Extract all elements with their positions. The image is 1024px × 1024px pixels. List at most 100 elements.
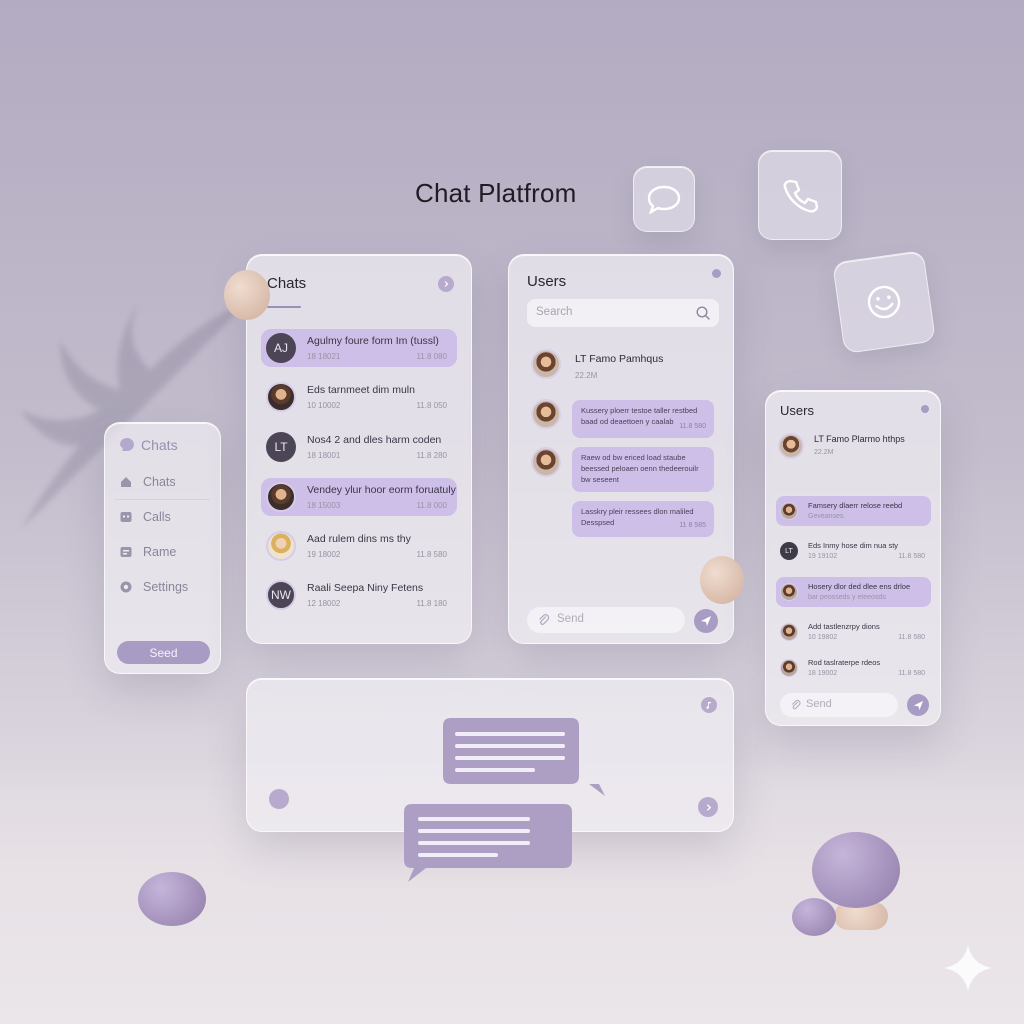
home-icon bbox=[119, 475, 133, 489]
chat-row-name: Eds tarnmeet dim muln bbox=[307, 384, 415, 396]
message-bubble: Lasskry pleir ressees dlon maliled Dessp… bbox=[572, 501, 714, 537]
chat-row-sub: 18 15003 bbox=[307, 501, 341, 510]
sidebar-header: Chats bbox=[119, 437, 178, 453]
paperclip-icon bbox=[791, 699, 801, 710]
sidebar-item-settings[interactable]: Settings bbox=[119, 580, 188, 594]
chats-menu-button[interactable] bbox=[438, 276, 454, 292]
avatar bbox=[266, 531, 296, 561]
chat-row[interactable]: AJ Agulmy foure form Im (tussl) 18 18021… bbox=[261, 329, 457, 367]
chat-tile[interactable] bbox=[633, 166, 695, 232]
sparkle-icon bbox=[944, 944, 992, 992]
message-text: Raew od bw ericed load staube beessed pe… bbox=[581, 453, 699, 484]
list-item[interactable]: Hosery dlor ded dlee ens drloe bar peoss… bbox=[776, 577, 931, 607]
list-item[interactable]: Famsery dlaerr relose reebd Geveanses. bbox=[776, 496, 931, 526]
chat-row-time: 11.8 050 bbox=[416, 401, 447, 410]
phone-tile[interactable] bbox=[758, 150, 842, 240]
users-panel-secondary: Users LT Famo Plarmo hthps 22.2M Famsery… bbox=[765, 390, 941, 726]
chat-row-sub: 18 18001 bbox=[307, 451, 341, 460]
chat-row-name: Aad rulem dins ms thy bbox=[307, 533, 411, 545]
avatar: NW bbox=[266, 580, 296, 610]
sidebar-item-calls[interactable]: Calls bbox=[119, 510, 171, 524]
list-item-sub: Geveanses. bbox=[808, 513, 846, 520]
avatar bbox=[778, 433, 804, 459]
chat-row[interactable]: Vendey ylur hoor eorm foruatuly 18 15003… bbox=[261, 478, 457, 516]
avatar bbox=[531, 399, 561, 429]
vase-decoration bbox=[792, 898, 836, 936]
list-item[interactable]: Rod taslraterpe rdeos 18 19002 11.8 580 bbox=[776, 653, 931, 683]
chat-row-name: Raali Seepa Niny Fetens bbox=[307, 582, 424, 594]
message-bubble-graphic bbox=[404, 804, 572, 882]
avatar: AJ bbox=[266, 333, 296, 363]
avatar: LT bbox=[780, 542, 798, 560]
avatar bbox=[266, 382, 296, 412]
chat-row-name: Agulmy foure form Im (tussl) bbox=[307, 335, 439, 347]
list-item[interactable]: LT Eds Inmy hose dim nua sty 19 19102 11… bbox=[776, 536, 931, 566]
gear-icon bbox=[119, 580, 133, 594]
phone-icon bbox=[783, 179, 819, 213]
list-item-name: Add tastlenzrpy dions bbox=[808, 622, 880, 631]
list-item-time: 11.8 580 bbox=[898, 670, 925, 677]
chat-logo-icon bbox=[120, 438, 134, 451]
chats-panel-title: Chats bbox=[267, 275, 307, 292]
users-panel-secondary-title: Users bbox=[780, 403, 814, 418]
message-bubble: Raew od bw ericed load staube beessed pe… bbox=[572, 447, 714, 492]
message-bubble: Kussery ploerr testoe taller restbed baa… bbox=[572, 400, 714, 438]
music-button[interactable] bbox=[701, 697, 717, 713]
message-time: 11 8 585 bbox=[679, 521, 706, 529]
avatar bbox=[780, 583, 798, 601]
list-item-name: Rod taslraterpe rdeos bbox=[808, 658, 881, 667]
send-icon bbox=[701, 616, 711, 626]
chat-row-time: 11.8 280 bbox=[416, 451, 447, 460]
sidebar-item-label: Chats bbox=[143, 475, 176, 489]
calendar-icon bbox=[119, 510, 133, 524]
list-item[interactable]: Add tastlenzrpy dions 10 19802 11.8 580 bbox=[776, 617, 931, 647]
sidebar: Chats Chats Calls Rame Settings Seed bbox=[104, 422, 221, 674]
avatar bbox=[780, 659, 798, 677]
list-item-time: 11.8 580 bbox=[898, 634, 925, 641]
sidebar-item-label: Calls bbox=[143, 510, 171, 524]
avatar bbox=[531, 349, 561, 379]
send-icon bbox=[913, 700, 923, 710]
page-title: Chat Platfrom bbox=[415, 178, 577, 208]
message-placeholder: Send bbox=[806, 698, 832, 710]
list-item-sub: 19 19102 bbox=[808, 553, 838, 560]
list-item-name: Famsery dlaerr relose reebd bbox=[808, 501, 903, 510]
chat-row-sub: 18 18021 bbox=[307, 352, 341, 361]
attach-button[interactable] bbox=[269, 789, 289, 809]
image-icon bbox=[119, 545, 133, 559]
seed-button[interactable]: Seed bbox=[117, 641, 210, 664]
chat-row-time: 11.8 580 bbox=[416, 550, 447, 559]
next-button[interactable] bbox=[698, 797, 718, 817]
chat-row-name: Nos4 2 and dles harm coden bbox=[307, 434, 442, 446]
smiley-tile[interactable] bbox=[832, 250, 936, 354]
search-placeholder: Search bbox=[536, 306, 573, 318]
status-dot bbox=[712, 269, 721, 278]
chat-row[interactable]: NW Raali Seepa Niny Fetens 12 18002 11.8… bbox=[261, 576, 457, 614]
send-button[interactable] bbox=[907, 694, 929, 716]
vase-decoration bbox=[700, 556, 744, 604]
list-item-name: Hosery dlor ded dlee ens drloe bbox=[808, 582, 911, 591]
send-button[interactable] bbox=[694, 609, 718, 633]
chat-row[interactable]: Aad rulem dins ms thy 19 18002 11.8 580 bbox=[261, 527, 457, 565]
message-placeholder: Send bbox=[557, 613, 584, 625]
sidebar-item-label: Settings bbox=[143, 580, 189, 594]
chat-bubble-icon bbox=[647, 185, 681, 215]
contact-name: LT Famo Plarmo hthps bbox=[814, 434, 905, 444]
message-input[interactable]: Send bbox=[527, 607, 685, 633]
sidebar-item-rame[interactable]: Rame bbox=[119, 545, 176, 559]
chevron-right-icon bbox=[706, 803, 711, 811]
chat-row[interactable]: Eds tarnmeet dim muln 10 10002 11.8 050 bbox=[261, 378, 457, 416]
chat-row[interactable]: LT Nos4 2 and dles harm coden 18 18001 1… bbox=[261, 428, 457, 466]
message-text: Lasskry pleir ressees dlon maliled Dessp… bbox=[581, 507, 694, 527]
avatar bbox=[780, 502, 798, 520]
message-bubble-graphic bbox=[443, 718, 605, 796]
message-input[interactable]: Send bbox=[780, 693, 898, 717]
search-input[interactable]: Search bbox=[527, 299, 719, 327]
vase-decoration bbox=[224, 270, 270, 320]
sidebar-item-chats[interactable]: Chats bbox=[119, 475, 176, 489]
status-dot bbox=[921, 405, 929, 413]
message-time: 11.8 580 bbox=[679, 422, 706, 430]
users-panel-title: Users bbox=[527, 273, 567, 290]
vase-decoration bbox=[812, 832, 900, 908]
list-item-sub: 18 19002 bbox=[808, 670, 838, 677]
